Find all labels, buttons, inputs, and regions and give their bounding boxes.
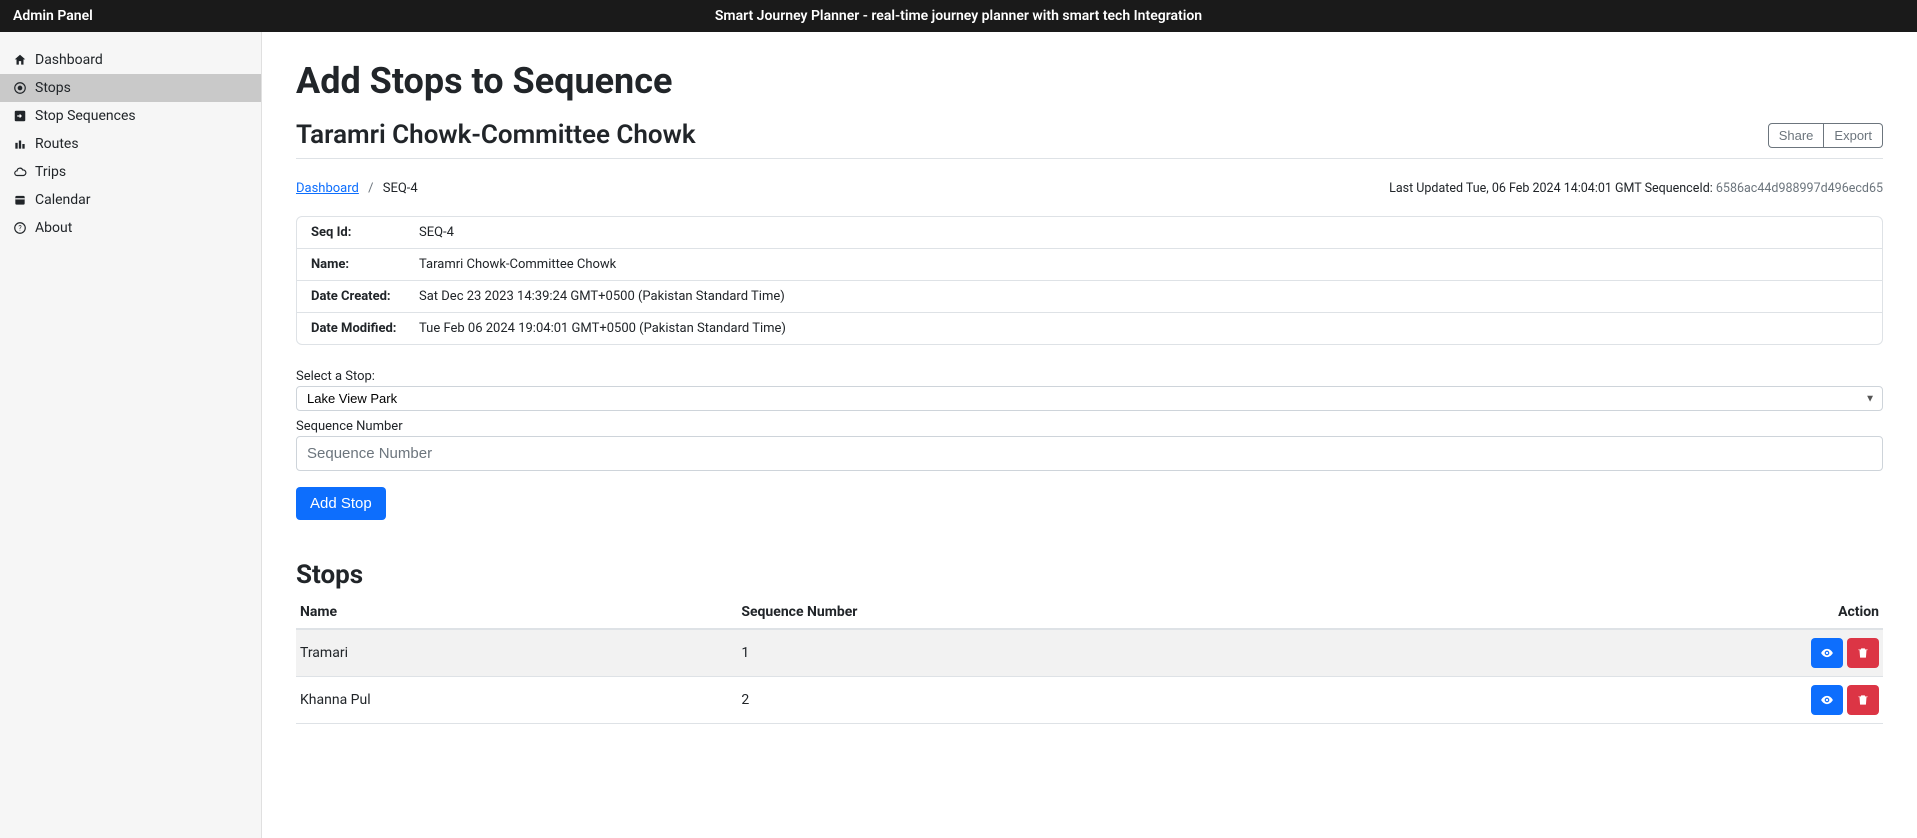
modified-value: Tue Feb 06 2024 19:04:01 GMT+0500 (Pakis… <box>419 321 1868 336</box>
brand: Admin Panel <box>0 8 262 24</box>
sidebar-item-dashboard[interactable]: Dashboard <box>0 46 261 74</box>
calendar-icon <box>13 193 27 207</box>
sidebar: Dashboard Stops Stop Sequences Routes Trips C… <box>0 32 262 838</box>
last-updated-text: Last Updated Tue, 06 Feb 2024 14:04:01 G… <box>1389 181 1716 196</box>
breadcrumb-separator: / <box>362 181 379 196</box>
sidebar-item-label: Routes <box>35 136 79 152</box>
name-value: Taramri Chowk-Committee Chowk <box>419 257 1868 272</box>
seq-id-value: SEQ-4 <box>419 225 1868 240</box>
sequence-name: Taramri Chowk-Committee Chowk <box>296 120 696 150</box>
meta-info: Last Updated Tue, 06 Feb 2024 14:04:01 G… <box>1389 181 1883 196</box>
view-button[interactable] <box>1811 638 1843 668</box>
sidebar-item-label: Calendar <box>35 192 91 208</box>
created-value: Sat Dec 23 2023 14:39:24 GMT+0500 (Pakis… <box>419 289 1868 304</box>
sidebar-item-label: About <box>35 220 72 236</box>
col-name: Name <box>296 596 737 629</box>
seqnum-label: Sequence Number <box>296 419 1883 434</box>
stop-action-cell <box>1434 677 1883 724</box>
sidebar-item-stop-sequences[interactable]: Stop Sequences <box>0 102 261 130</box>
sidebar-item-label: Stops <box>35 80 71 96</box>
sidebar-item-calendar[interactable]: Calendar <box>0 186 261 214</box>
select-stop-label: Select a Stop: <box>296 369 1883 384</box>
main-content: Add Stops to Sequence Taramri Chowk-Comm… <box>262 32 1917 838</box>
col-action: Action <box>1434 596 1883 629</box>
share-button[interactable]: Share <box>1768 123 1825 148</box>
table-row: Tramari1 <box>296 629 1883 677</box>
trash-icon <box>1856 693 1870 707</box>
subheader: Taramri Chowk-Committee Chowk Share Expo… <box>296 120 1883 159</box>
sidebar-item-routes[interactable]: Routes <box>0 130 261 158</box>
home-icon <box>13 53 27 67</box>
sidebar-item-about[interactable]: About <box>0 214 261 242</box>
breadcrumb-row: Dashboard / SEQ-4 Last Updated Tue, 06 F… <box>296 181 1883 196</box>
name-label: Name: <box>311 257 419 272</box>
sidebar-item-stops[interactable]: Stops <box>0 74 261 102</box>
breadcrumb-root-link[interactable]: Dashboard <box>296 181 359 196</box>
view-button[interactable] <box>1811 685 1843 715</box>
question-icon <box>13 221 27 235</box>
breadcrumb: Dashboard / SEQ-4 <box>296 181 418 196</box>
sidebar-item-label: Stop Sequences <box>35 108 136 124</box>
cloud-icon <box>13 165 27 179</box>
topbar: Admin Panel Smart Journey Planner - real… <box>0 0 1917 32</box>
dot-icon <box>13 81 27 95</box>
sidebar-item-label: Trips <box>35 164 66 180</box>
eye-icon <box>1820 646 1834 660</box>
export-button[interactable]: Export <box>1824 123 1883 148</box>
stops-title: Stops <box>296 560 1883 590</box>
sequence-hash: 6586ac44d988997d496ecd65 <box>1716 181 1883 196</box>
col-seqnum: Sequence Number <box>737 596 1434 629</box>
eye-icon <box>1820 693 1834 707</box>
stop-name-cell: Tramari <box>296 629 737 677</box>
stops-table: Name Sequence Number Action Tramari1Khan… <box>296 596 1883 724</box>
table-row: Khanna Pul2 <box>296 677 1883 724</box>
stop-name-cell: Khanna Pul <box>296 677 737 724</box>
select-stop-dropdown[interactable]: Lake View Park <box>296 386 1883 411</box>
info-card: Seq Id:SEQ-4 Name:Taramri Chowk-Committe… <box>296 216 1883 345</box>
app-title: Smart Journey Planner - real-time journe… <box>715 8 1202 24</box>
created-label: Date Created: <box>311 289 419 304</box>
seq-id-label: Seq Id: <box>311 225 419 240</box>
stop-seqnum-cell: 1 <box>737 629 1434 677</box>
modified-label: Date Modified: <box>311 321 419 336</box>
breadcrumb-current: SEQ-4 <box>383 181 418 196</box>
sidebar-item-label: Dashboard <box>35 52 103 68</box>
share-export-group: Share Export <box>1768 123 1883 148</box>
sidebar-item-trips[interactable]: Trips <box>0 158 261 186</box>
arrow-box-icon <box>13 109 27 123</box>
select-stop-wrap: Lake View Park ▼ <box>296 386 1883 411</box>
bars-icon <box>13 137 27 151</box>
delete-button[interactable] <box>1847 638 1879 668</box>
seqnum-input[interactable] <box>296 436 1883 471</box>
stop-action-cell <box>1434 629 1883 677</box>
trash-icon <box>1856 646 1870 660</box>
stop-seqnum-cell: 2 <box>737 677 1434 724</box>
add-stop-button[interactable]: Add Stop <box>296 487 386 520</box>
delete-button[interactable] <box>1847 685 1879 715</box>
page-title: Add Stops to Sequence <box>296 60 1883 102</box>
